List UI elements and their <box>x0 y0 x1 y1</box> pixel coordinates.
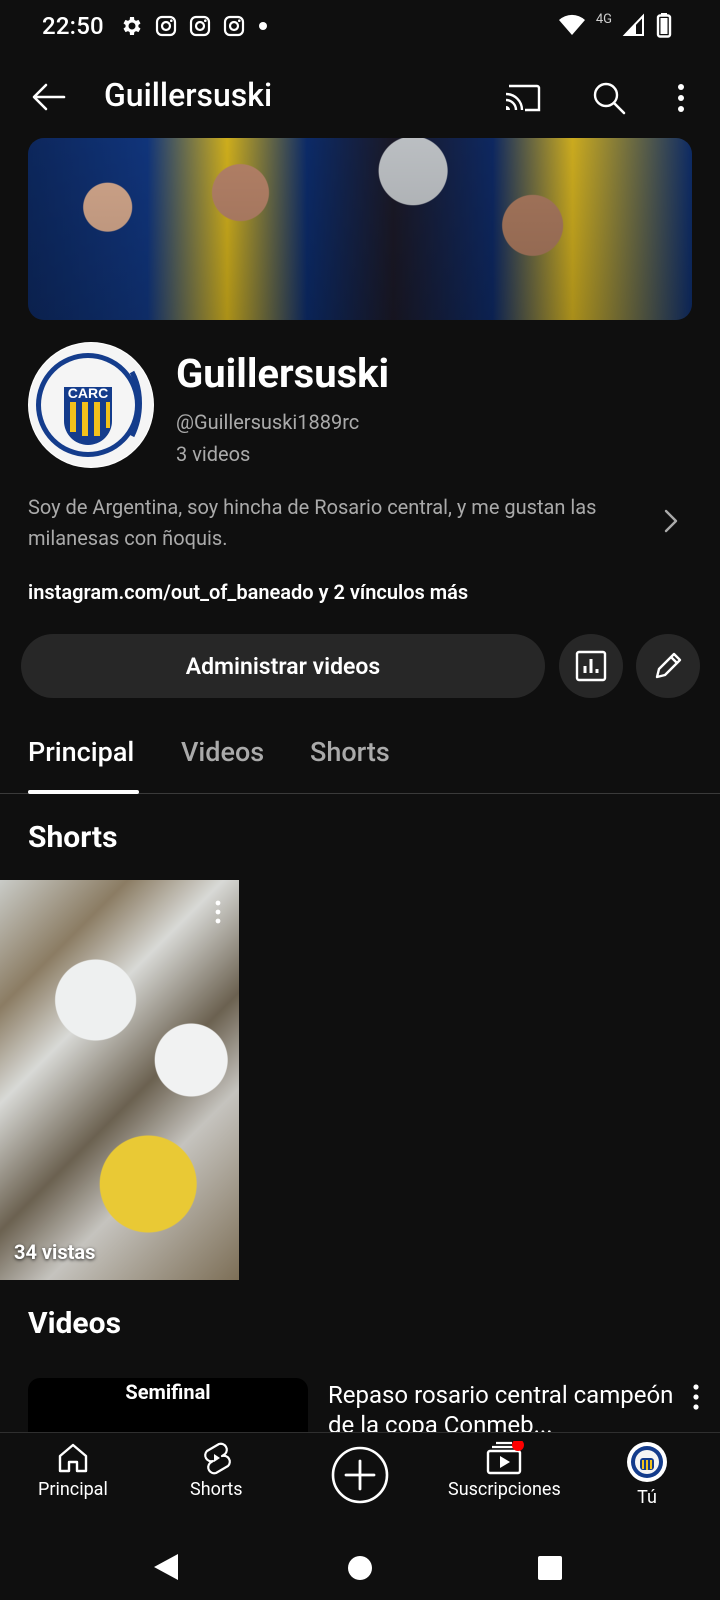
wifi-icon <box>558 14 585 35</box>
instagram-icon <box>155 15 177 37</box>
search-button[interactable] <box>585 76 633 120</box>
pencil-icon <box>655 652 682 679</box>
instagram-icon <box>223 15 245 37</box>
nav-item-tu[interactable]: Tú <box>626 1441 668 1508</box>
cellular-signal-icon <box>622 13 644 36</box>
create-icon <box>331 1446 389 1504</box>
status-time: 22:50 <box>42 12 104 40</box>
channel-banner <box>28 138 692 320</box>
short-more-button[interactable] <box>206 896 230 928</box>
system-navigation-bar <box>0 1530 720 1600</box>
video-title[interactable]: Repaso rosario central campeón de la cop… <box>328 1380 678 1434</box>
edit-channel-button[interactable] <box>636 634 700 698</box>
nav-item-principal[interactable]: Principal <box>38 1441 108 1500</box>
channel-avatar[interactable]: CARC <box>28 342 154 468</box>
home-icon <box>58 1443 88 1473</box>
search-icon <box>593 82 626 115</box>
video-more-button[interactable] <box>684 1380 708 1414</box>
cast-icon <box>505 84 541 112</box>
analytics-icon <box>575 650 607 682</box>
page-title: Guillersuski <box>104 76 273 114</box>
more-vertical-icon <box>678 84 684 112</box>
nav-item-create[interactable] <box>330 1445 390 1505</box>
back-button[interactable] <box>26 78 72 116</box>
nav-label: Principal <box>38 1479 108 1500</box>
channel-handle: @Guillersuski1889rc <box>176 410 360 434</box>
analytics-button[interactable] <box>559 634 623 698</box>
shorts-section-title: Shorts <box>28 820 118 855</box>
channel-name: Guillersuski <box>176 350 390 397</box>
you-avatar <box>627 1442 667 1482</box>
back-arrow-icon <box>32 83 66 111</box>
top-app-bar: Guillersuski <box>0 64 720 128</box>
tab-shorts[interactable]: Shorts <box>310 736 390 768</box>
battery-icon <box>656 13 672 38</box>
rosario-central-crest-logo: CARC <box>29 343 153 467</box>
channel-links[interactable]: instagram.com/out_of_baneado y 2 vínculo… <box>28 580 468 604</box>
nav-item-suscripciones[interactable]: Suscripciones <box>448 1441 561 1500</box>
nav-item-shorts[interactable]: Shorts <box>190 1441 243 1500</box>
tab-principal[interactable]: Principal <box>28 736 134 768</box>
instagram-icon <box>189 15 211 37</box>
more-notifications-dot-icon <box>259 22 267 30</box>
shorts-icon <box>204 1442 232 1475</box>
subscriptions-icon <box>487 1441 525 1475</box>
video-thumbnail[interactable]: Semifinal <box>28 1378 308 1434</box>
video-thumbnail-label: Semifinal <box>125 1380 211 1404</box>
manage-videos-button[interactable]: Administrar videos <box>21 634 545 698</box>
network-type-label: 4G <box>595 11 612 27</box>
channel-tabs: Principal Videos Shorts <box>0 724 720 794</box>
system-back-icon[interactable] <box>152 1552 180 1582</box>
nav-label: Tú <box>637 1487 657 1508</box>
chevron-right-icon <box>664 509 678 533</box>
bottom-navigation: Principal Shorts Suscripciones Tú <box>0 1432 720 1530</box>
active-tab-indicator <box>28 790 139 794</box>
status-notification-icons <box>120 14 270 38</box>
channel-video-count: 3 videos <box>176 442 251 466</box>
channel-description[interactable]: Soy de Argentina, soy hincha de Rosario … <box>28 492 638 554</box>
videos-section-title: Videos <box>28 1306 121 1341</box>
more-options-button[interactable] <box>663 76 699 120</box>
status-system-icons: 4G <box>558 12 672 38</box>
nav-label: Suscripciones <box>448 1479 561 1500</box>
cast-button[interactable] <box>498 76 546 120</box>
system-recents-icon[interactable] <box>537 1555 563 1581</box>
status-bar: 22:50 4G <box>0 0 720 56</box>
more-vertical-icon <box>693 1384 699 1410</box>
settings-icon <box>123 17 141 35</box>
nav-label: Shorts <box>190 1479 243 1500</box>
short-thumbnail[interactable] <box>0 880 239 1280</box>
system-home-icon[interactable] <box>347 1555 373 1581</box>
tab-videos[interactable]: Videos <box>181 736 264 768</box>
description-expand-button[interactable] <box>656 506 686 536</box>
more-vertical-icon <box>215 900 221 924</box>
short-views: 34 vistas <box>14 1240 96 1264</box>
svg-text:CARC: CARC <box>68 385 108 401</box>
